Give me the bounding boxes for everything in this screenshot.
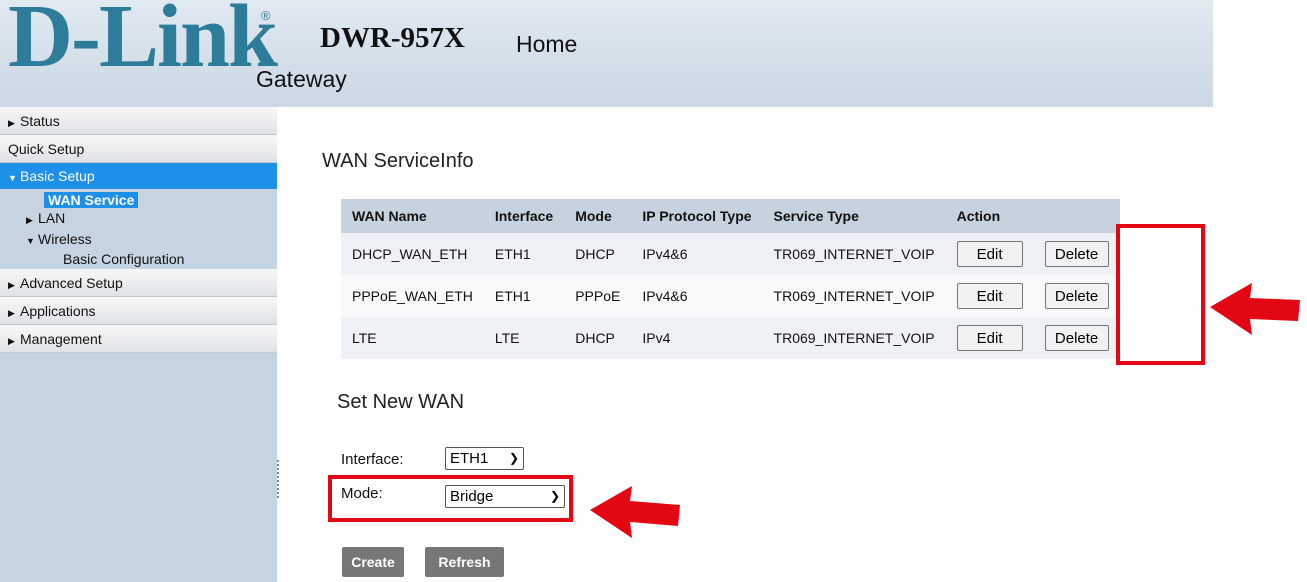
sidebar-item-label: Basic Configuration: [63, 251, 185, 267]
mode-cell: DHCP: [564, 317, 632, 359]
edit-cell: Edit: [945, 233, 1034, 275]
table-row: PPPoE_WAN_ETH ETH1 PPPoE IPv4&6 TR069_IN…: [341, 275, 1120, 317]
left-arrow-icon: [590, 486, 680, 538]
col-ip-protocol-type: IP Protocol Type: [631, 199, 763, 233]
caret-right-icon: ▶: [8, 308, 15, 318]
table-row: LTE LTE DHCP IPv4 TR069_INTERNET_VOIP Ed…: [341, 317, 1120, 359]
caret-down-icon: ▼: [26, 236, 35, 246]
sidebar-item-label: Basic Setup: [20, 168, 95, 184]
interface-cell: LTE: [483, 317, 565, 359]
table-header-row: WAN Name Interface Mode IP Protocol Type…: [341, 199, 1120, 233]
wan-service-info-title: WAN ServiceInfo: [322, 150, 474, 172]
col-wan-name: WAN Name: [341, 199, 484, 233]
chevron-down-icon: ❯: [508, 451, 519, 465]
edit-button[interactable]: Edit: [956, 325, 1023, 351]
sidebar-nav: ▶ Status Quick Setup ▼ Basic Setup WAN Ser…: [0, 107, 277, 582]
edit-button[interactable]: Edit: [956, 241, 1023, 267]
caret-down-icon: ▼: [8, 173, 17, 183]
sidebar-item-advanced-setup[interactable]: ▶ Advanced Setup: [0, 269, 277, 297]
table-row: DHCP_WAN_ETH ETH1 DHCP IPv4&6 TR069_INTE…: [341, 233, 1120, 275]
wan-service-table: WAN Name Interface Mode IP Protocol Type…: [341, 199, 1120, 359]
sidebar-item-status[interactable]: ▶ Status: [0, 107, 277, 135]
delete-cell: Delete: [1033, 317, 1120, 359]
set-new-wan-title: Set New WAN: [337, 391, 465, 413]
sidebar-item-label: Quick Setup: [8, 141, 85, 157]
mode-cell: PPPoE: [564, 275, 632, 317]
wan-name-cell: PPPoE_WAN_ETH: [341, 275, 484, 317]
col-service-type: Service Type: [762, 199, 946, 233]
service-type-cell: TR069_INTERNET_VOIP: [762, 233, 946, 275]
header-banner: D-Link ® DWR-957X Home Gateway: [0, 0, 1213, 107]
sidebar-item-label: Status: [20, 113, 60, 129]
ip-type-cell: IPv4&6: [631, 275, 763, 317]
gateway-subtitle: Gateway: [256, 66, 347, 92]
sidebar-item-label: Applications: [20, 303, 96, 319]
sidebar-item-basic-setup[interactable]: ▼ Basic Setup: [0, 163, 277, 189]
delete-button[interactable]: Delete: [1044, 283, 1109, 309]
create-button[interactable]: Create: [342, 547, 404, 577]
interface-select[interactable]: ETH1 ❯: [445, 447, 524, 470]
sidebar-item-quick-setup[interactable]: Quick Setup: [0, 135, 277, 163]
ip-type-cell: IPv4: [631, 317, 763, 359]
left-arrow-icon: [1210, 283, 1300, 335]
mode-cell: DHCP: [564, 233, 632, 275]
dlink-logo: D-Link: [8, 0, 278, 86]
interface-cell: ETH1: [483, 233, 565, 275]
mode-highlight-box: [328, 475, 573, 522]
sidebar-item-label: Management: [20, 331, 102, 347]
delete-button[interactable]: Delete: [1044, 241, 1109, 267]
page-title: Home: [516, 31, 578, 57]
service-type-cell: TR069_INTERNET_VOIP: [762, 275, 946, 317]
caret-right-icon: ▶: [8, 280, 15, 290]
refresh-button[interactable]: Refresh: [425, 547, 504, 577]
service-type-cell: TR069_INTERNET_VOIP: [762, 317, 946, 359]
sidebar-item-label: WAN Service: [44, 192, 139, 208]
col-action: Action: [945, 199, 1120, 233]
registered-mark: ®: [261, 8, 271, 23]
sidebar-item-label: Wireless: [38, 231, 92, 247]
col-interface: Interface: [483, 199, 565, 233]
wan-name-cell: DHCP_WAN_ETH: [341, 233, 484, 275]
sidebar-item-applications[interactable]: ▶ Applications: [0, 297, 277, 325]
sidebar-item-label: LAN: [38, 210, 66, 226]
col-mode: Mode: [564, 199, 632, 233]
sidebar-item-management[interactable]: ▶ Management: [0, 325, 277, 353]
caret-right-icon: ▶: [8, 336, 15, 346]
delete-cell: Delete: [1033, 233, 1120, 275]
delete-highlight-box: [1116, 224, 1205, 365]
model-name: DWR-957X: [320, 22, 465, 54]
delete-cell: Delete: [1033, 275, 1120, 317]
interface-cell: ETH1: [483, 275, 565, 317]
ip-type-cell: IPv4&6: [631, 233, 763, 275]
edit-cell: Edit: [945, 275, 1034, 317]
caret-right-icon: ▶: [8, 118, 15, 128]
sidebar-resize-handle[interactable]: [277, 460, 283, 498]
wan-name-cell: LTE: [341, 317, 484, 359]
sidebar-item-label: Advanced Setup: [20, 275, 123, 291]
interface-label: Interface:: [341, 451, 404, 468]
edit-button[interactable]: Edit: [956, 283, 1023, 309]
delete-button[interactable]: Delete: [1044, 325, 1109, 351]
interface-select-value: ETH1: [450, 450, 489, 467]
edit-cell: Edit: [945, 317, 1034, 359]
